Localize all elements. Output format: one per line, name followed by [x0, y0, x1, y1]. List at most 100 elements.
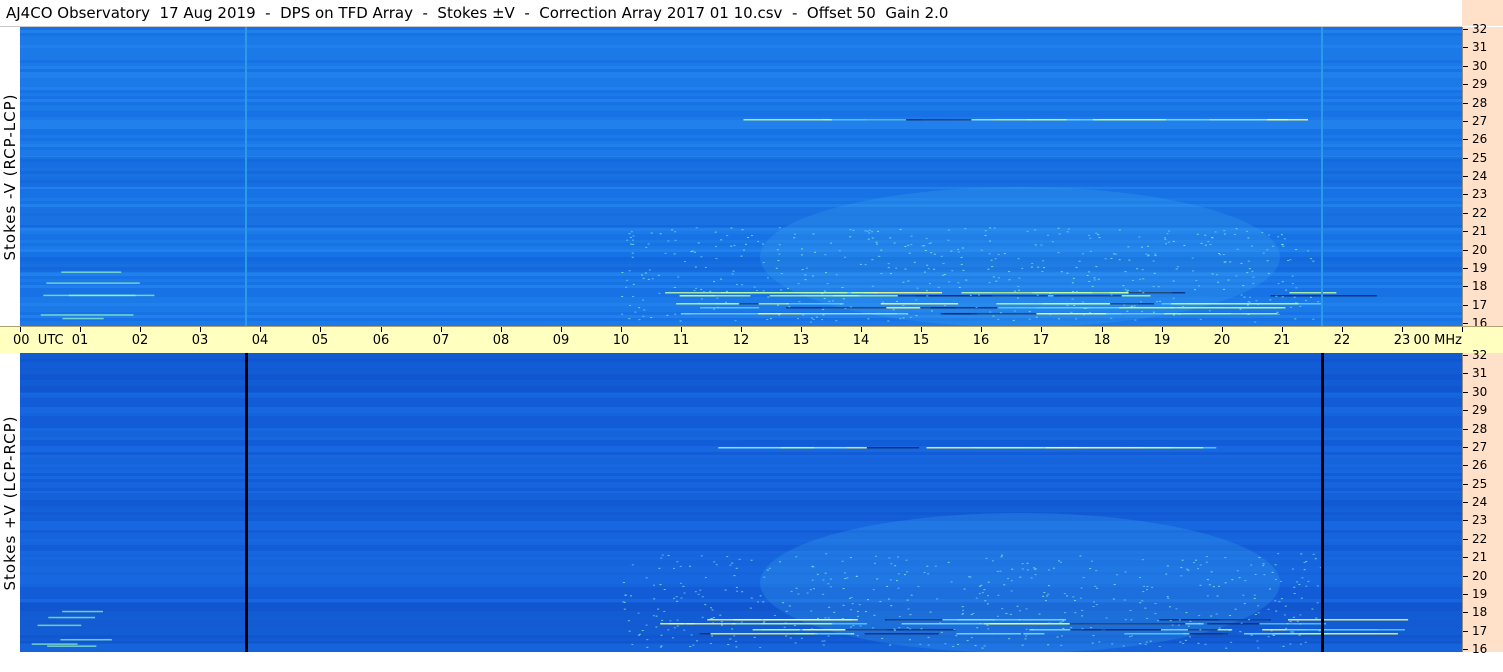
speckle [676, 600, 679, 602]
speckle [841, 560, 844, 562]
speckle [716, 297, 719, 299]
speckle [788, 605, 791, 607]
speckle [642, 277, 645, 279]
speckle [1130, 305, 1133, 307]
burst-streak [780, 447, 815, 449]
speckle [1281, 281, 1284, 283]
speckle [812, 233, 815, 235]
spectrogram-band [20, 407, 1462, 410]
top-spectrogram-panel [20, 27, 1462, 326]
speckle [1074, 318, 1077, 320]
freq-tick-label: 31 [1472, 40, 1488, 54]
burst-streak [1189, 633, 1224, 635]
speckle [1021, 267, 1024, 269]
speckle [1093, 601, 1096, 603]
speckle [933, 253, 936, 255]
speckle [957, 248, 960, 250]
speckle [1152, 311, 1155, 313]
speckle [1281, 243, 1284, 245]
speckle [626, 239, 629, 241]
speckle [710, 617, 713, 619]
speckle [1145, 253, 1148, 255]
speckle [769, 318, 772, 320]
speckle [1010, 590, 1013, 592]
speckle [711, 609, 714, 611]
speckle [1040, 244, 1043, 246]
top-panel-ylabel-text: Stokes -V (RCP-LCP) [1, 93, 19, 260]
speckle [1254, 573, 1257, 575]
speckle [1131, 635, 1134, 637]
freq-tick-label: 18 [1472, 279, 1488, 293]
speckle [629, 595, 632, 597]
speckle [1268, 234, 1271, 236]
speckle [1175, 268, 1178, 270]
freq-tick [1463, 176, 1468, 177]
speckle [664, 252, 667, 254]
spectrogram-band [20, 144, 1462, 147]
speckle [1262, 565, 1265, 567]
speckle [1081, 609, 1084, 611]
speckle [1003, 253, 1006, 255]
speckle [1037, 266, 1040, 268]
speckle [1246, 272, 1249, 274]
freq-tick-label: 29 [1472, 77, 1488, 91]
speckle [789, 637, 792, 639]
speckle [631, 239, 634, 241]
speckle [762, 290, 765, 292]
speckle [1251, 245, 1254, 247]
speckle [850, 596, 853, 598]
freq-tick-label: 25 [1472, 151, 1488, 165]
speckle [984, 230, 987, 232]
bottom-spectrogram [20, 353, 1462, 652]
speckle [674, 313, 677, 315]
speckle [906, 571, 909, 573]
time-tick [1222, 327, 1223, 332]
time-tick-label: 01 [71, 333, 89, 348]
speckle [621, 313, 624, 315]
speckle [877, 230, 880, 232]
speckle [1210, 615, 1213, 617]
burst-streak [940, 313, 1037, 315]
speckle [761, 619, 764, 621]
time-tick-label: 08 [492, 333, 510, 348]
speckle [879, 601, 882, 603]
speckle [674, 231, 677, 233]
time-tick-label: 07 [432, 333, 450, 348]
speckle [958, 286, 961, 288]
freq-tick [1463, 373, 1468, 374]
speckle [886, 585, 889, 587]
speckle [1316, 602, 1319, 604]
speckle [1285, 627, 1288, 629]
speckle [1246, 304, 1249, 306]
time-tick [861, 327, 862, 332]
speckle [899, 229, 902, 231]
speckle [1212, 586, 1215, 588]
speckle [1225, 647, 1228, 649]
speckle [1211, 273, 1214, 275]
speckle [1141, 269, 1144, 271]
burst-streak [822, 119, 907, 121]
speckle [759, 647, 762, 649]
speckle [801, 269, 804, 271]
speckle [839, 303, 842, 305]
spectrogram-band [20, 434, 1462, 437]
speckle [1230, 641, 1233, 643]
spectrogram-glow [760, 187, 1280, 326]
burst-streak [743, 119, 832, 121]
speckle [1091, 560, 1094, 562]
speckle [1001, 554, 1004, 556]
freq-tick-label: 19 [1472, 261, 1488, 275]
burst-streak [1164, 313, 1278, 315]
freq-tick [1463, 520, 1468, 521]
speckle [1178, 619, 1181, 621]
speckle [889, 273, 892, 275]
speckle [709, 643, 712, 645]
speckle [969, 576, 972, 578]
speckle [658, 292, 661, 294]
speckle [1277, 313, 1280, 315]
speckle [991, 266, 994, 268]
speckle [992, 315, 995, 317]
spectrogram-band [20, 470, 1462, 473]
spectrogram-band [20, 111, 1462, 114]
speckle [1005, 613, 1008, 615]
